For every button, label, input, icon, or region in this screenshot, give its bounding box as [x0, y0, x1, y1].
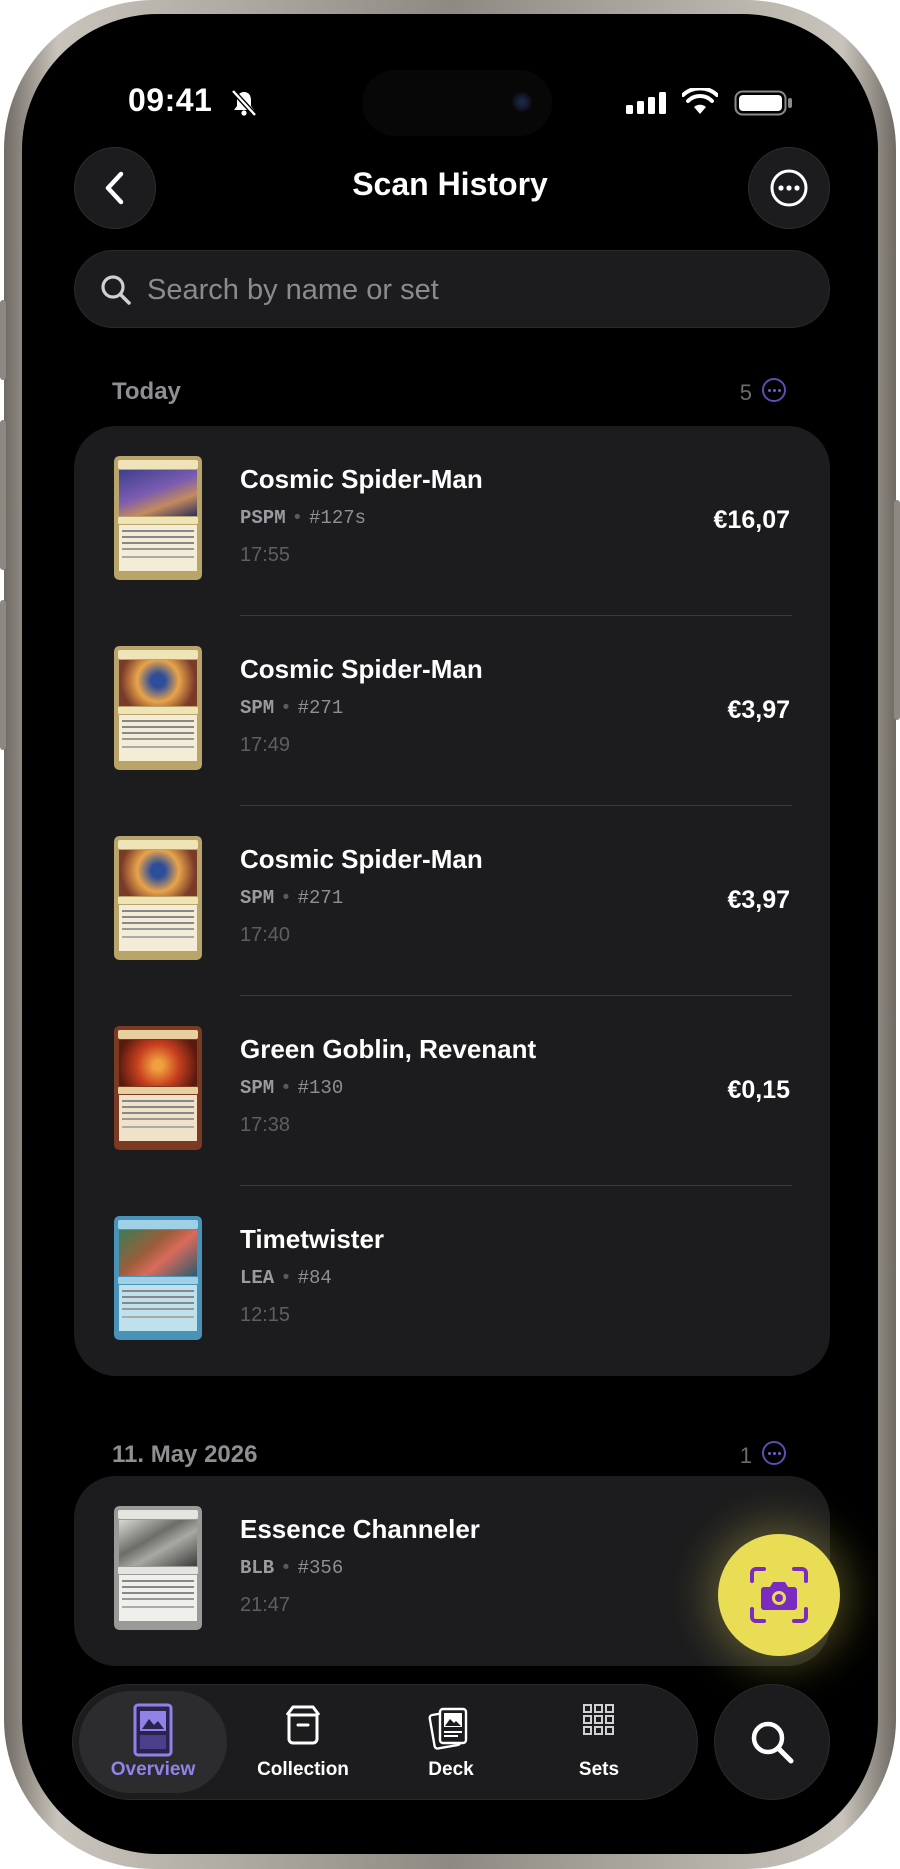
card-thumbnail [114, 456, 202, 580]
device-frame: 09:41 Scan History Search by name or set… [0, 0, 900, 1869]
card-set-info: PSPM • #127s [240, 507, 367, 529]
list-item[interactable]: Green Goblin, Revenant SPM • #130 17:38 €0… [74, 996, 830, 1186]
list-item[interactable]: Cosmic Spider-Man SPM • #271 17:49 €3,97 [74, 616, 830, 806]
card-set-info: LEA • #84 [240, 1267, 332, 1289]
tab-deck[interactable]: Deck [377, 1691, 525, 1793]
card-thumbnail [114, 1216, 202, 1340]
tab-collection[interactable]: Collection [229, 1691, 377, 1793]
status-time: 09:41 [128, 82, 213, 118]
volume-down-button [0, 600, 6, 750]
section-more-icon[interactable] [762, 378, 786, 402]
card-name: Cosmic Spider-Man [240, 844, 483, 874]
action-button [0, 300, 6, 380]
power-button [894, 500, 900, 720]
search-bar[interactable] [74, 250, 830, 328]
battery-icon [734, 90, 792, 116]
magnifier-icon [751, 1721, 794, 1764]
scan-list-today: Cosmic Spider-Man PSPM • #127s 17:55 €16,0… [74, 426, 830, 1376]
scan-time: 17:55 [240, 544, 291, 566]
tab-bar: Overview Collection Deck Sets [72, 1684, 698, 1800]
scan-list-may: Essence Channeler BLB • #356 21:47 [74, 1476, 830, 1666]
tab-overview[interactable]: Overview [79, 1691, 227, 1793]
section-more-icon[interactable] [762, 1441, 786, 1465]
card-price: €3,97 [727, 886, 790, 914]
scan-camera-button[interactable] [718, 1534, 840, 1656]
volume-up-button [0, 420, 6, 570]
search-icon [101, 275, 131, 305]
section-header-today: Today 5 [112, 378, 812, 418]
box-icon [285, 1705, 321, 1745]
scan-time: 17:49 [240, 734, 291, 756]
tab-label: Overview [110, 1759, 196, 1780]
card-price: €16,07 [713, 506, 790, 534]
search-input[interactable] [145, 265, 789, 315]
card-thumbnail [114, 836, 202, 960]
section-header-date: 11. May 2026 1 [112, 1441, 812, 1481]
card-name: Cosmic Spider-Man [240, 654, 483, 684]
card-set-info: SPM • #271 [240, 887, 344, 909]
list-item[interactable]: Essence Channeler BLB • #356 21:47 [74, 1476, 830, 1666]
bell-slash-icon [231, 89, 257, 117]
scan-time: 17:40 [240, 924, 291, 946]
status-bar: 09:41 [22, 14, 878, 134]
scan-time: 21:47 [240, 1594, 291, 1616]
list-item[interactable]: Cosmic Spider-Man SPM • #271 17:40 €3,97 [74, 806, 830, 996]
tab-label: Deck [428, 1759, 474, 1780]
card-price: €3,97 [727, 696, 790, 724]
section-count: 5 [739, 380, 752, 405]
section-count: 1 [739, 1443, 752, 1468]
cards-stack-icon [428, 1707, 468, 1750]
card-name: Green Goblin, Revenant [240, 1034, 537, 1064]
card-name: Essence Channeler [240, 1514, 480, 1544]
scan-time: 17:38 [240, 1114, 291, 1136]
card-thumbnail [114, 1506, 202, 1630]
card-thumbnail [114, 646, 202, 770]
card-price: €0,15 [727, 1076, 790, 1104]
tab-label: Sets [578, 1759, 620, 1780]
list-item[interactable]: Cosmic Spider-Man PSPM • #127s 17:55 €16,0… [74, 426, 830, 616]
list-item[interactable]: Timetwister LEA • #84 12:15 [74, 1186, 830, 1376]
screen: 09:41 Scan History Search by name or set… [22, 14, 878, 1854]
scan-time: 12:15 [240, 1304, 291, 1326]
grid-icon [583, 1704, 614, 1735]
card-set-info: SPM • #130 [240, 1077, 344, 1099]
card-name: Timetwister [240, 1224, 385, 1254]
ellipsis-circle-icon [770, 169, 808, 207]
global-search-button[interactable] [714, 1684, 830, 1800]
card-thumbnail [114, 1026, 202, 1150]
card-icon [133, 1703, 173, 1757]
tab-sets[interactable]: Sets [525, 1691, 673, 1793]
wifi-icon [682, 88, 718, 114]
signal-icon [626, 92, 666, 114]
card-set-info: SPM • #271 [240, 697, 344, 719]
tab-label: Collection [257, 1759, 349, 1780]
card-set-info: BLB • #356 [240, 1557, 344, 1579]
section-title: Today [112, 378, 181, 405]
section-title: 11. May 2026 [112, 1441, 258, 1468]
card-name: Cosmic Spider-Man [240, 464, 483, 494]
more-options-button[interactable] [748, 147, 830, 229]
camera-scan-icon [750, 1567, 808, 1623]
